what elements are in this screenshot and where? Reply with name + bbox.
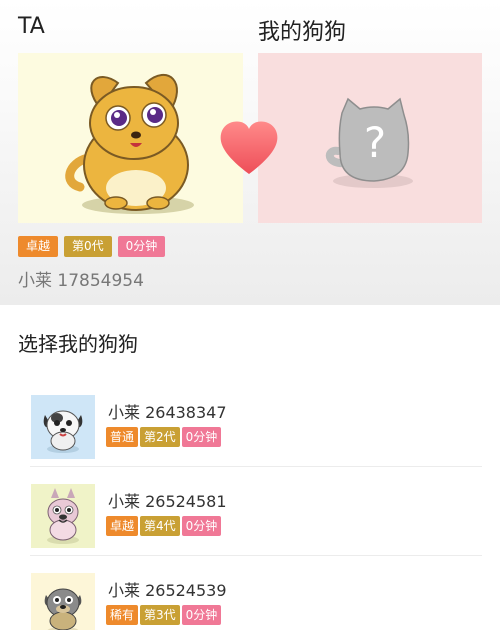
ta-dog-name: 小莱 17854954 — [18, 271, 144, 291]
ta-dog-card[interactable] — [18, 53, 243, 223]
rarity-badge: 卓越 — [18, 236, 59, 257]
dog-name: 小莱 26524539 — [108, 581, 227, 600]
my-dog-card[interactable]: ? — [258, 53, 482, 223]
dog-name: 小莱 26524581 — [108, 492, 227, 511]
list-item[interactable]: 小莱 26438347 普通 第2代 0分钟 — [0, 378, 500, 467]
dog-list: 小莱 26438347 普通 第2代 0分钟 小莱 26524581 卓越 第4… — [0, 378, 500, 630]
dog-avatar — [31, 395, 95, 459]
time-badge: 0分钟 — [181, 516, 222, 536]
heart-icon — [217, 118, 281, 176]
generation-badge: 第2代 — [140, 427, 180, 447]
rarity-badge: 稀有 — [106, 605, 139, 625]
dog-name: 小莱 26438347 — [108, 403, 227, 422]
time-badge: 0分钟 — [117, 236, 166, 257]
rarity-badge: 普通 — [106, 427, 139, 447]
dog-tags: 稀有 第3代 0分钟 — [106, 605, 222, 625]
list-item[interactable]: 小莱 26524581 卓越 第4代 0分钟 — [0, 467, 500, 556]
question-cat-icon: ? — [325, 97, 413, 188]
svg-text:?: ? — [364, 118, 386, 167]
dog-tags: 普通 第2代 0分钟 — [106, 427, 222, 447]
generation-badge: 第4代 — [140, 516, 180, 536]
ta-heading: TA — [18, 14, 45, 39]
generation-badge: 第0代 — [64, 236, 112, 257]
dog-avatar — [31, 484, 95, 548]
rarity-badge: 卓越 — [106, 516, 139, 536]
time-badge: 0分钟 — [181, 605, 222, 625]
dog-avatar — [31, 573, 95, 630]
section-title: 选择我的狗狗 — [18, 332, 138, 356]
time-badge: 0分钟 — [181, 427, 222, 447]
ta-badges: 卓越 第0代 0分钟 — [18, 236, 166, 257]
ta-dog-image — [65, 73, 194, 214]
dog-tags: 卓越 第4代 0分钟 — [106, 516, 222, 536]
my-dog-heading: 我的狗狗 — [258, 20, 347, 45]
list-item[interactable]: 小莱 26524539 稀有 第3代 0分钟 — [0, 556, 500, 630]
generation-badge: 第3代 — [140, 605, 180, 625]
